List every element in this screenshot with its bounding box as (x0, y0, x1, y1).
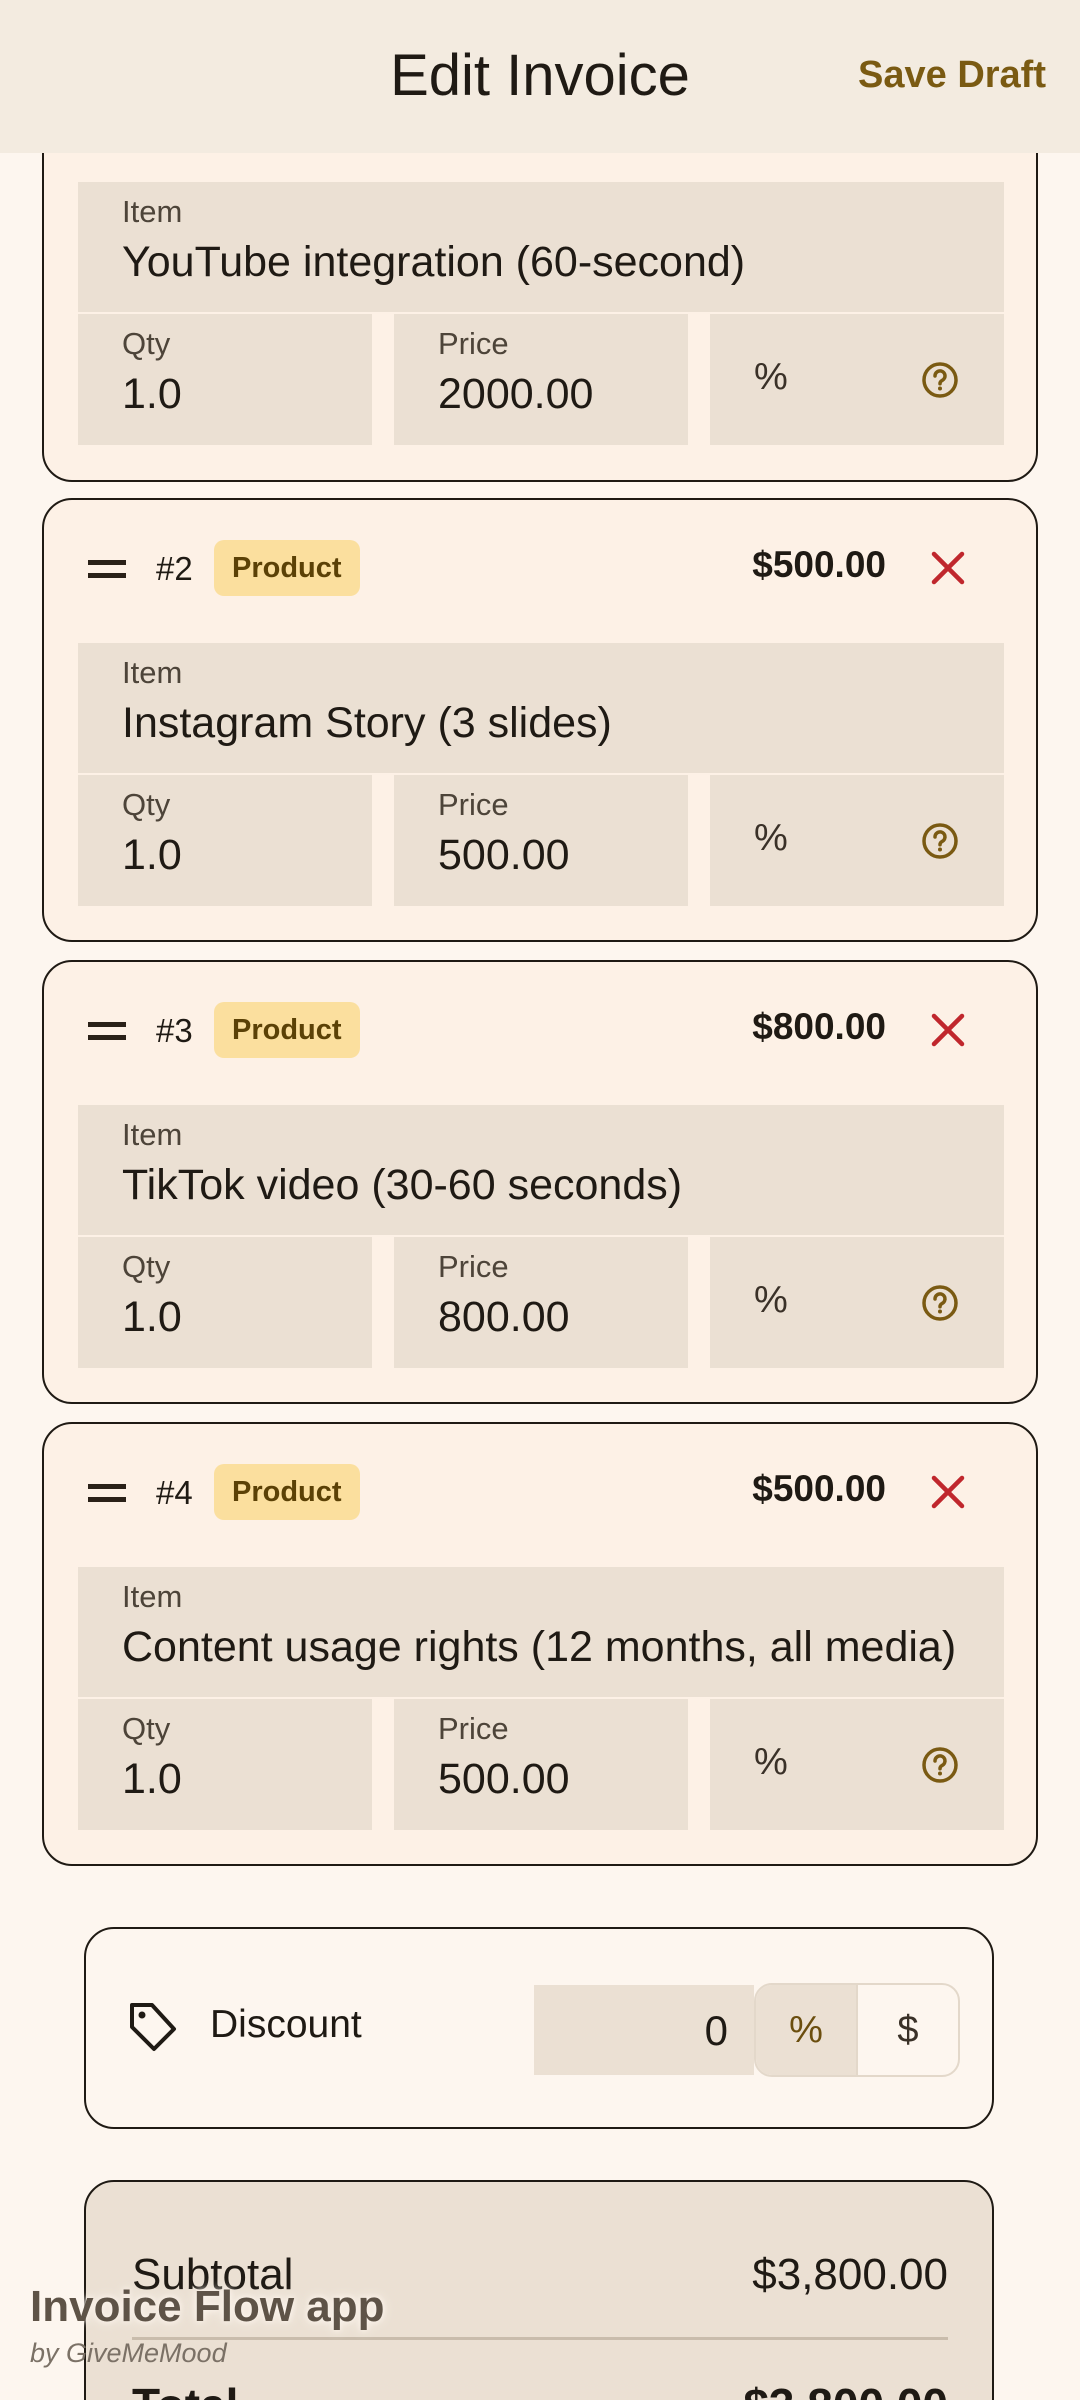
percent-field[interactable]: % (710, 1237, 1004, 1368)
qty-field[interactable]: Qty 1.0 (78, 1699, 372, 1830)
close-icon[interactable] (928, 548, 968, 588)
help-circle-icon[interactable] (920, 1745, 960, 1785)
discount-value-input[interactable]: 0 (534, 1985, 754, 2075)
help-circle-icon[interactable] (920, 360, 960, 400)
item-type-badge: Product (214, 540, 360, 596)
item-name-value: TikTok video (30-60 seconds) (122, 1161, 683, 1209)
subtotal-value: $3,800.00 (752, 2250, 948, 2299)
qty-field[interactable]: Qty 1.0 (78, 775, 372, 906)
line-item-amount: $800.00 (752, 1006, 886, 1047)
item-name-value: Content usage rights (12 months, all med… (122, 1623, 957, 1671)
save-draft-button[interactable]: Save Draft (858, 54, 1046, 97)
percent-label: % (754, 817, 788, 859)
item-name-field[interactable]: Item Instagram Story (3 slides) (78, 643, 1004, 773)
discount-value: 0 (704, 2007, 728, 2054)
close-icon[interactable] (928, 1010, 968, 1050)
total-label: Total (132, 2378, 238, 2400)
price-field[interactable]: Price 800.00 (394, 1237, 688, 1368)
qty-field-label: Qty (122, 1711, 171, 1746)
qty-value: 1.0 (122, 370, 182, 418)
tag-icon (130, 2003, 176, 2051)
price-field-label: Price (438, 787, 509, 822)
drag-handle-icon[interactable] (88, 1022, 126, 1040)
qty-field-label: Qty (122, 1249, 171, 1284)
item-name-value: YouTube integration (60-second) (122, 238, 746, 286)
item-type-badge: Product (214, 1464, 360, 1520)
qty-value: 1.0 (122, 1293, 182, 1341)
drag-handle-icon[interactable] (88, 1484, 126, 1502)
line-item-card: Item YouTube integration (60-second) Qty… (42, 96, 1038, 482)
discount-panel: Discount 0 % $ (84, 1927, 994, 2129)
qty-field-label: Qty (122, 326, 171, 361)
line-item-number: #3 (156, 1012, 193, 1049)
item-name-field[interactable]: Item Content usage rights (12 months, al… (78, 1567, 1004, 1697)
item-field-label: Item (122, 1117, 183, 1152)
qty-value: 1.0 (122, 1755, 182, 1803)
percent-label: % (754, 1279, 788, 1321)
watermark-subtitle: by GiveMeMood (30, 2338, 227, 2368)
price-value: 500.00 (438, 831, 570, 879)
watermark-title: Invoice Flow app (30, 2282, 385, 2331)
line-item-card: #3 Product $800.00 Item TikTok video (30… (42, 960, 1038, 1404)
discount-dollar-option[interactable]: $ (858, 1985, 958, 2075)
line-item-card: #4 Product $500.00 Item Content usage ri… (42, 1422, 1038, 1866)
price-field-label: Price (438, 1249, 509, 1284)
help-circle-icon[interactable] (920, 821, 960, 861)
line-item-number: #2 (156, 550, 193, 587)
price-value: 800.00 (438, 1293, 570, 1341)
total-value: $3,800.00 (743, 2378, 948, 2400)
price-value: 500.00 (438, 1755, 570, 1803)
item-field-label: Item (122, 194, 183, 229)
price-field-label: Price (438, 326, 509, 361)
help-circle-icon[interactable] (920, 1283, 960, 1323)
item-field-label: Item (122, 655, 183, 690)
screen: Item YouTube integration (60-second) Qty… (0, 0, 1080, 2400)
line-item-amount: $500.00 (752, 544, 886, 585)
price-field-label: Price (438, 1711, 509, 1746)
top-app-bar: Edit Invoice Save Draft (0, 0, 1080, 153)
line-item-number: #4 (156, 1474, 193, 1511)
discount-percent-option[interactable]: % (756, 1985, 858, 2075)
qty-field[interactable]: Qty 1.0 (78, 1237, 372, 1368)
line-item-header: #4 Product $500.00 (44, 1424, 1036, 1567)
discount-mode-toggle: % $ (754, 1983, 960, 2077)
price-value: 2000.00 (438, 370, 594, 418)
item-type-badge: Product (214, 1002, 360, 1058)
price-field[interactable]: Price 500.00 (394, 1699, 688, 1830)
percent-field[interactable]: % (710, 775, 1004, 906)
percent-label: % (754, 1741, 788, 1783)
qty-value: 1.0 (122, 831, 182, 879)
close-icon[interactable] (928, 1472, 968, 1512)
line-item-amount: $500.00 (752, 1468, 886, 1509)
qty-field-label: Qty (122, 787, 171, 822)
totals-divider (132, 2337, 948, 2340)
item-name-field[interactable]: Item YouTube integration (60-second) (78, 182, 1004, 312)
line-item-header: #2 Product $500.00 (44, 500, 1036, 643)
price-field[interactable]: Price 500.00 (394, 775, 688, 906)
qty-field[interactable]: Qty 1.0 (78, 314, 372, 445)
drag-handle-icon[interactable] (88, 560, 126, 578)
price-field[interactable]: Price 2000.00 (394, 314, 688, 445)
item-name-value: Instagram Story (3 slides) (122, 699, 612, 747)
item-name-field[interactable]: Item TikTok video (30-60 seconds) (78, 1105, 1004, 1235)
line-item-card: #2 Product $500.00 Item Instagram Story … (42, 498, 1038, 942)
item-field-label: Item (122, 1579, 183, 1614)
percent-label: % (754, 356, 788, 398)
percent-field[interactable]: % (710, 1699, 1004, 1830)
line-item-header: #3 Product $800.00 (44, 962, 1036, 1105)
discount-label: Discount (210, 2003, 362, 2046)
percent-field[interactable]: % (710, 314, 1004, 445)
